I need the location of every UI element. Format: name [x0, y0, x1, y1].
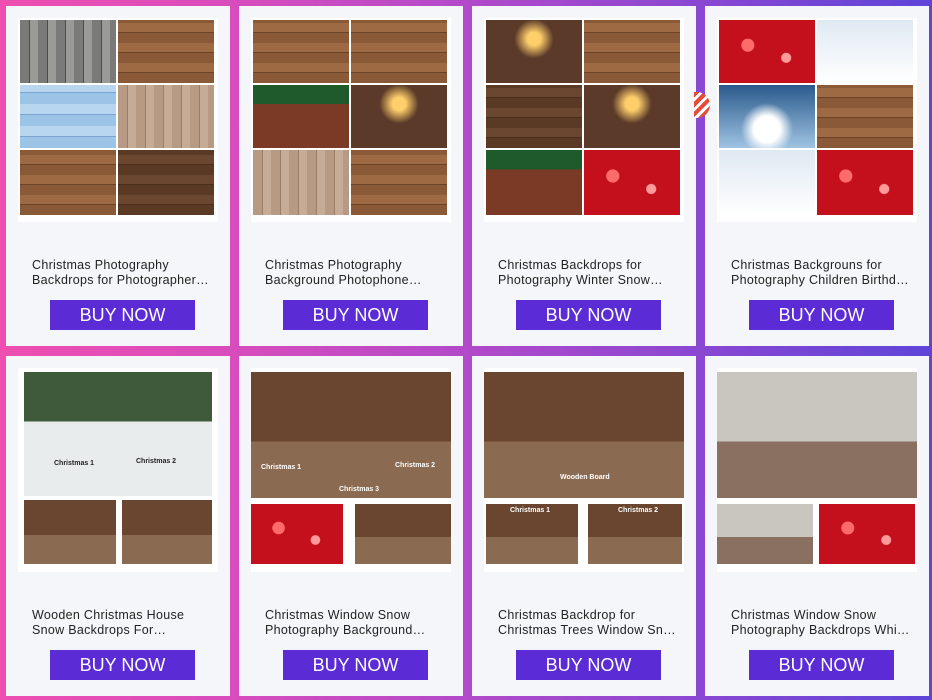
- backdrop-tile: [817, 85, 913, 148]
- product-title[interactable]: Christmas Photography Background Photoph…: [265, 258, 453, 288]
- backdrop-tile: Christmas 1: [486, 504, 578, 564]
- backdrop-tile: [584, 150, 680, 215]
- product-title[interactable]: Christmas Backgrouns for Photography Chi…: [731, 258, 919, 288]
- backdrop-tile: [486, 150, 582, 215]
- buy-now-button[interactable]: BUY NOW: [749, 300, 894, 330]
- product-image[interactable]: [251, 18, 451, 222]
- backdrop-tile: [20, 85, 116, 148]
- buy-now-button[interactable]: BUY NOW: [50, 300, 195, 330]
- backdrop-tile: [118, 150, 214, 215]
- product-title[interactable]: Christmas Window Snow Photography Backdr…: [731, 608, 919, 638]
- buy-now-button[interactable]: BUY NOW: [516, 300, 661, 330]
- product-card[interactable]: Wooden Board Christmas 1 Christmas 2 Chr…: [472, 356, 696, 696]
- backdrop-tile: [817, 20, 913, 83]
- backdrop-tile: [253, 20, 349, 83]
- image-label: Christmas 2: [395, 462, 436, 469]
- backdrop-tile: [584, 85, 680, 148]
- product-card[interactable]: Christmas 1 Christmas 2 Christmas 3 Chri…: [239, 356, 463, 696]
- image-label: Christmas 1: [510, 507, 551, 514]
- backdrop-tile: [584, 20, 680, 83]
- product-image[interactable]: Christmas 1 Christmas 2 Christmas 3: [251, 368, 451, 572]
- backdrop-tile: [253, 150, 349, 215]
- backdrop-tile: [819, 504, 915, 564]
- buy-now-button[interactable]: BUY NOW: [749, 650, 894, 680]
- backdrop-tile: [20, 150, 116, 215]
- buy-now-button[interactable]: BUY NOW: [283, 300, 428, 330]
- product-image[interactable]: [18, 18, 218, 222]
- backdrop-tile: [351, 85, 447, 148]
- backdrop-tile: [719, 85, 815, 148]
- backdrop-tile: [719, 150, 815, 215]
- product-card[interactable]: Christmas Backdrops for Photography Wint…: [472, 6, 696, 346]
- product-card[interactable]: Christmas 1 Christmas 2 Wooden Christmas…: [6, 356, 230, 696]
- product-card[interactable]: Christmas Photography Background Photoph…: [239, 6, 463, 346]
- backdrop-tile: Christmas 1 Christmas 2: [24, 372, 212, 496]
- backdrop-tile: Christmas 1 Christmas 2 Christmas 3: [251, 372, 451, 498]
- image-label: Christmas 1: [261, 464, 302, 471]
- backdrop-tile: [122, 500, 212, 564]
- image-label: Wooden Board: [560, 474, 610, 481]
- product-image[interactable]: [717, 18, 917, 222]
- backdrop-tile: [20, 20, 116, 83]
- image-label: Christmas 3: [339, 486, 380, 493]
- backdrop-tile: [251, 504, 343, 564]
- product-grid: Christmas Photography Backdrops for Phot…: [0, 0, 932, 700]
- product-card[interactable]: Christmas Backgrouns for Photography Chi…: [705, 6, 929, 346]
- backdrop-tile: [24, 500, 116, 564]
- product-title[interactable]: Wooden Christmas House Snow Backdrops Fo…: [32, 608, 220, 638]
- backdrop-tile: [486, 85, 582, 148]
- buy-now-button[interactable]: BUY NOW: [516, 650, 661, 680]
- backdrop-tile: [351, 20, 447, 83]
- product-image[interactable]: [717, 368, 917, 572]
- buy-now-button[interactable]: BUY NOW: [283, 650, 428, 680]
- product-image[interactable]: Wooden Board Christmas 1 Christmas 2: [484, 368, 684, 572]
- backdrop-tile: [486, 20, 582, 83]
- backdrop-tile: [351, 150, 447, 215]
- product-card[interactable]: Christmas Window Snow Photography Backdr…: [705, 356, 929, 696]
- product-card[interactable]: Christmas Photography Backdrops for Phot…: [6, 6, 230, 346]
- backdrop-tile: [719, 20, 815, 83]
- product-image[interactable]: [484, 18, 684, 222]
- product-title[interactable]: Christmas Backdrops for Photography Wint…: [498, 258, 686, 288]
- product-image[interactable]: Christmas 1 Christmas 2: [18, 368, 218, 572]
- backdrop-tile: [817, 150, 913, 215]
- backdrop-tile: [355, 504, 451, 564]
- backdrop-tile: [717, 504, 813, 564]
- backdrop-tile: [253, 85, 349, 148]
- product-title[interactable]: Christmas Backdrop for Christmas Trees W…: [498, 608, 686, 638]
- buy-now-button[interactable]: BUY NOW: [50, 650, 195, 680]
- backdrop-tile: [717, 372, 917, 498]
- product-title[interactable]: Christmas Photography Backdrops for Phot…: [32, 258, 220, 288]
- backdrop-tile: [118, 85, 214, 148]
- product-title[interactable]: Christmas Window Snow Photography Backgr…: [265, 608, 453, 638]
- backdrop-tile: Wooden Board: [484, 372, 684, 498]
- image-label: Christmas 2: [136, 458, 177, 465]
- backdrop-tile: Christmas 2: [588, 504, 682, 564]
- image-label: Christmas 2: [618, 507, 659, 514]
- backdrop-tile: [118, 20, 214, 83]
- image-label: Christmas 1: [54, 460, 95, 467]
